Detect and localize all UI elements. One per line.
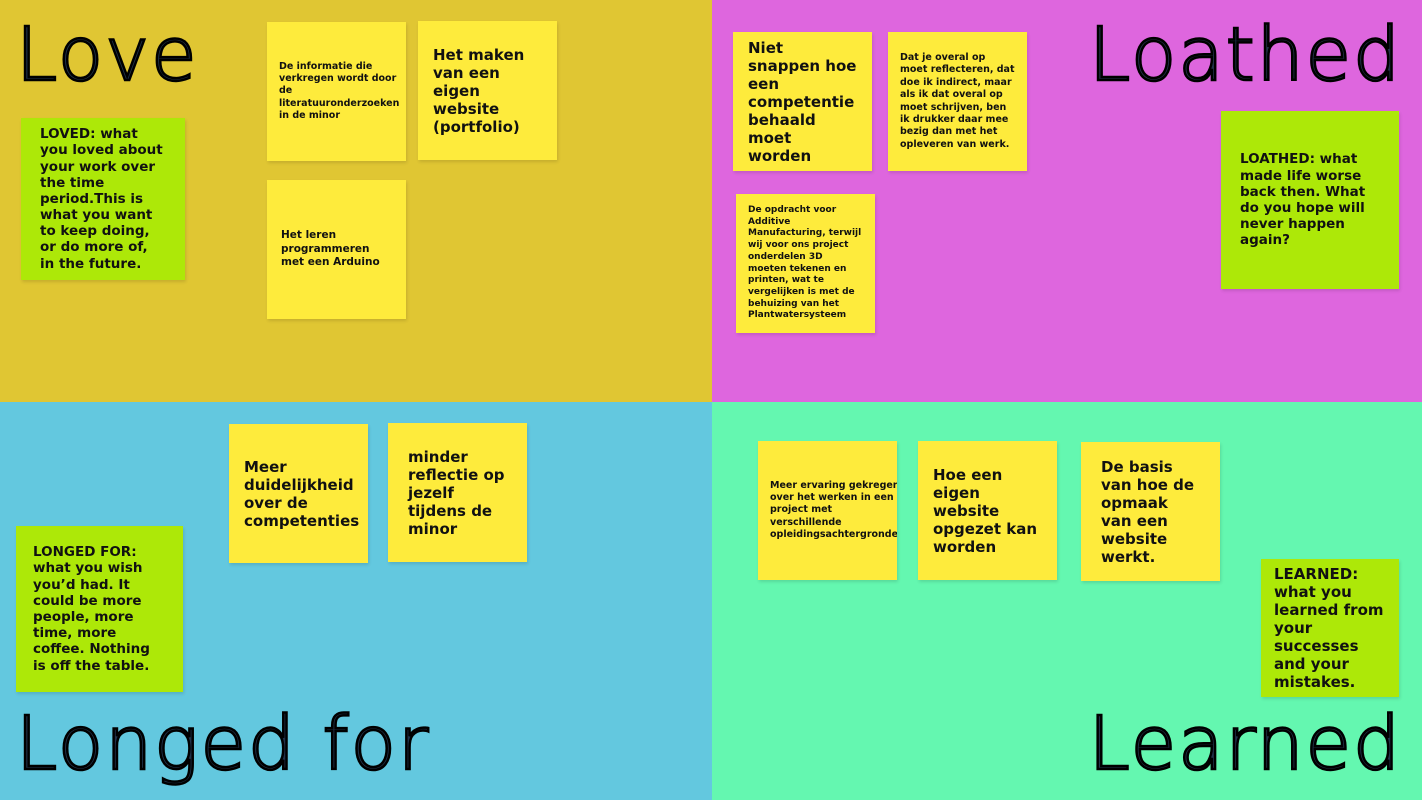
learned-quadrant: Meer ervaring gekregen over het werken i…	[712, 402, 1422, 800]
love-quadrant: Love LOVED: what you loved about your wo…	[0, 0, 712, 402]
longed-for-quadrant: Meer duidelijkheid over de competenties …	[0, 402, 712, 800]
love-note-2[interactable]: Het maken van een eigen website (portfol…	[418, 21, 557, 160]
loathed-title: Loathed	[1088, 12, 1402, 98]
love-prompt-note[interactable]: LOVED: what you loved about your work ov…	[21, 118, 185, 280]
love-note-2-text: Het maken van een eigen website (portfol…	[433, 45, 525, 136]
learned-note-3[interactable]: De basis van hoe de opmaak van een websi…	[1081, 442, 1220, 581]
loathed-quadrant: Loathed Niet snappen hoe een competentie…	[712, 0, 1422, 402]
longed-for-title: Longed for	[15, 701, 431, 787]
learned-note-2[interactable]: Hoe een eigen website opgezet kan worden	[918, 441, 1057, 580]
longed-prompt-text: LONGED FOR: what you wish you’d had. It …	[33, 544, 150, 674]
loathed-prompt-note[interactable]: LOATHED: what made life worse back then.…	[1221, 111, 1399, 289]
loathed-note-1-text: Niet snappen hoe een competentie behaald…	[748, 38, 857, 165]
love-prompt-text: LOVED: what you loved about your work ov…	[40, 126, 163, 272]
longed-note-1-text: Meer duidelijkheid over de competenties	[244, 457, 360, 530]
learned-note-2-text: Hoe een eigen website opgezet kan worden	[933, 465, 1038, 556]
learned-note-1-text: Meer ervaring gekregen over het werken i…	[770, 479, 897, 541]
learned-prompt-text: LEARNED: what you learned from your succ…	[1274, 565, 1384, 691]
learned-prompt-note[interactable]: LEARNED: what you learned from your succ…	[1261, 559, 1399, 697]
learned-note-1[interactable]: Meer ervaring gekregen over het werken i…	[758, 441, 897, 580]
longed-note-2-text: minder reflectie op jezelf tijdens de mi…	[408, 447, 505, 538]
loathed-note-2[interactable]: Dat je overal op moet reflecteren, dat d…	[888, 32, 1027, 171]
learned-note-3-text: De basis van hoe de opmaak van een websi…	[1101, 457, 1195, 566]
loathed-prompt-text: LOATHED: what made life worse back then.…	[1240, 151, 1366, 249]
loathed-note-2-text: Dat je overal op moet reflecteren, dat d…	[900, 52, 1015, 150]
loathed-note-1[interactable]: Niet snappen hoe een competentie behaald…	[733, 32, 872, 171]
learned-title: Learned	[1087, 701, 1402, 787]
loathed-note-3[interactable]: De opdracht voor Additive Manufacturing,…	[736, 194, 875, 333]
love-title: Love	[15, 12, 199, 98]
love-note-1[interactable]: De informatie die verkregen wordt door d…	[267, 22, 406, 161]
longed-note-2[interactable]: minder reflectie op jezelf tijdens de mi…	[388, 423, 527, 562]
loathed-note-3-text: De opdracht voor Additive Manufacturing,…	[748, 205, 862, 321]
love-note-3-text: Het leren programmeren met een Arduino	[281, 229, 380, 269]
love-note-1-text: De informatie die verkregen wordt door d…	[279, 60, 400, 122]
longed-note-1[interactable]: Meer duidelijkheid over de competenties	[229, 424, 368, 563]
love-note-3[interactable]: Het leren programmeren met een Arduino	[267, 180, 406, 319]
longed-prompt-note[interactable]: LONGED FOR: what you wish you’d had. It …	[16, 526, 183, 692]
